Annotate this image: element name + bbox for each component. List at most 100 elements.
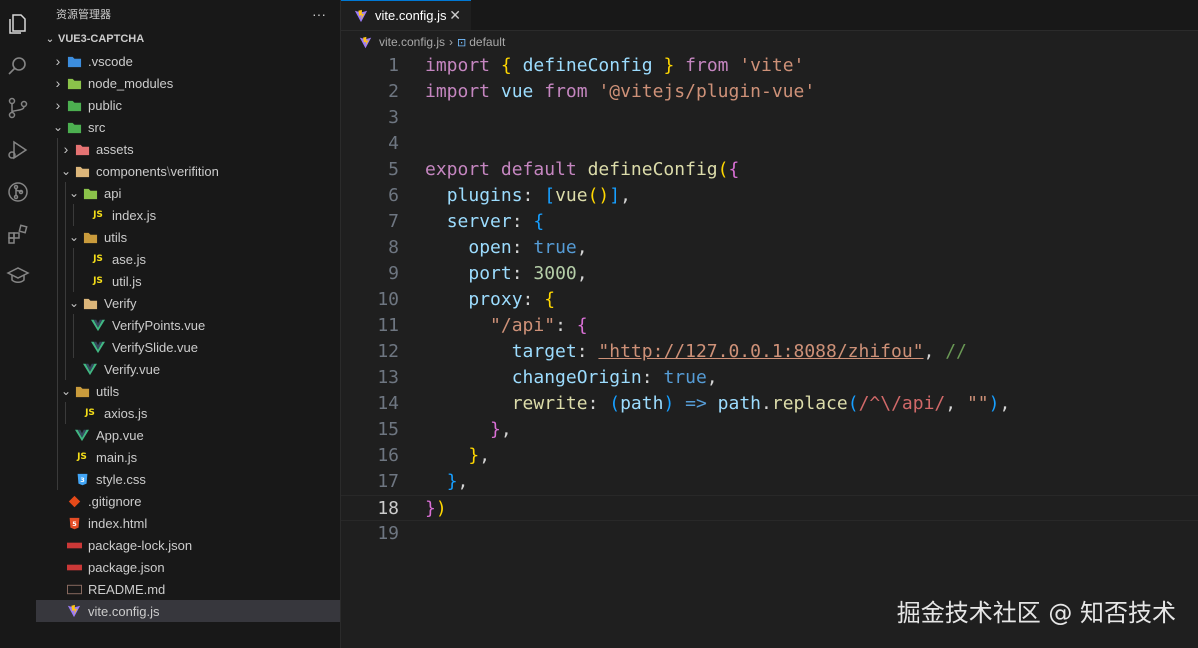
tree-item-label: utils [104,229,128,245]
tab-vite-config[interactable]: vite.config.js ✕ [341,0,471,30]
vue-file-icon [82,361,98,377]
code-token: default [500,159,577,180]
tree-file[interactable]: JS index.js [36,204,340,226]
code-token: server [446,211,512,232]
project-root[interactable]: ⌄ VUE3-CAPTCHA [36,28,340,50]
chevron-right-icon: › [55,75,61,91]
code-token: open [468,237,512,258]
tree-file[interactable]: VerifyPoints.vue [36,314,340,336]
code-text: plugins: [vue()], [425,183,631,209]
code-token: , [620,185,631,206]
code-token: 3000 [533,263,577,284]
indent-guide [57,336,58,358]
watermark: 掘金技术社区 @ 知否技术 [896,599,1176,627]
tree-item-label: Verify [104,295,137,311]
code-token: , [706,367,718,388]
tree-folder[interactable]: ⌄ Verify [36,292,340,314]
indent-guide [57,270,58,292]
tree-folder[interactable]: ⌄ src [36,116,340,138]
tree-item-label: public [88,97,122,113]
tree-file[interactable]: 5 index.html [36,512,340,534]
code-token: } [468,445,480,466]
code-text: import vue from '@vitejs/plugin-vue' [425,79,815,105]
source-control-icon[interactable] [0,90,36,126]
line-number: 8 [388,237,399,258]
tree-item-label: components [96,163,167,179]
code-token: "" [966,393,989,414]
vite-icon [353,8,369,24]
code-token: , [500,419,512,440]
tree-folder[interactable]: ⌄ utils [36,380,340,402]
code-token: ( [847,393,859,414]
code-token: , [576,263,588,284]
code-token: : [511,211,534,232]
chevron-down-icon: ⌄ [45,33,55,45]
education-icon[interactable] [0,258,36,294]
code-token: vue [555,185,588,206]
tree-folder[interactable]: › .vscode [36,50,340,72]
tree-folder[interactable]: › node_modules [36,72,340,94]
indent-guide [65,402,66,424]
indent-guide [73,336,74,358]
files-icon[interactable] [0,6,36,42]
code-token: } [490,419,501,440]
indent-guide [65,248,66,270]
breadcrumb-separator: › [449,35,454,49]
tree-file[interactable]: JS axios.js [36,402,340,424]
breadcrumb-symbol[interactable]: default [469,35,505,49]
tree-file[interactable]: .gitignore [36,490,340,512]
tree-item-label: package.json [88,559,165,575]
tree-file[interactable]: JS util.js [36,270,340,292]
tree-file[interactable]: Verify.vue [36,358,340,380]
tree-file[interactable]: JS ase.js [36,248,340,270]
more-actions-icon[interactable]: ··· [312,6,326,22]
line-number: 12 [377,341,399,362]
code-token: : [511,237,534,258]
tree-file[interactable]: App.vue [36,424,340,446]
vue-file-icon [90,339,106,355]
code-line: 17 }, [341,469,1198,495]
tree-folder[interactable]: ⌄ utils [36,226,340,248]
code-text: }, [425,469,469,495]
npm-file-icon [66,559,82,575]
tree-file[interactable]: package.json [36,556,340,578]
tree-folder[interactable]: › public [36,94,340,116]
search-icon[interactable] [0,48,36,84]
run-debug-icon[interactable] [0,132,36,168]
explorer-title: 资源管理器 [56,9,111,21]
tree-file[interactable]: 3 style.css [36,468,340,490]
tree-file[interactable]: package-lock.json [36,534,340,556]
js-file-icon: JS [77,452,87,462]
breadcrumb-file[interactable]: vite.config.js [379,35,445,49]
git-graph-icon[interactable] [0,174,36,210]
markdown-file-icon [66,581,82,597]
code-line: 7 server: { [341,209,1198,235]
css-file-icon: 3 [74,471,90,487]
code-token: defineConfig [587,159,718,180]
tree-folder[interactable]: ⌄ components \ verifition [36,160,340,182]
project-name: VUE3-CAPTCHA [58,33,145,45]
code-line: 4 [341,131,1198,157]
tree-file[interactable]: VerifySlide.vue [36,336,340,358]
line-number: 5 [388,159,399,180]
tree-folder[interactable]: › assets [36,138,340,160]
activity-bar [0,0,36,648]
code-token: ( [717,159,729,180]
code-token: : [587,393,610,414]
code-token: : [522,289,545,310]
code-editor[interactable]: 1 import { defineConfig } from 'vite' 2 imp… [341,53,1198,648]
code-token: export [425,159,491,180]
line-number: 14 [377,393,399,414]
explorer-header: 资源管理器 ··· [36,0,340,28]
extensions-icon[interactable] [0,216,36,252]
js-file-icon: JS [93,276,103,286]
tree-file[interactable]: JS main.js [36,446,340,468]
tree-file[interactable]: README.md [36,578,340,600]
indent-guide [65,204,66,226]
close-icon[interactable]: ✕ [449,7,461,24]
tree-file[interactable]: vite.config.js [36,600,340,622]
tree-folder[interactable]: ⌄ api [36,182,340,204]
tree-item-label: api [104,185,122,201]
